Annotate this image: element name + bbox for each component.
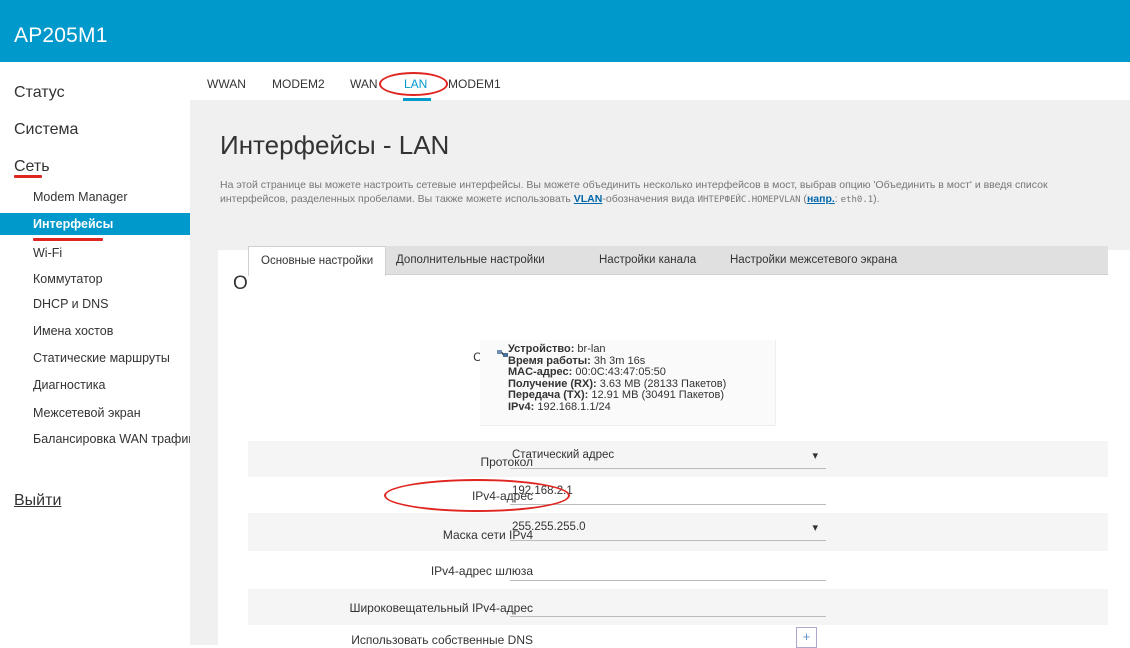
app-title[interactable]: AP205M1 xyxy=(14,24,108,48)
sidebar: Статус Система Сеть Modem Manager Интерф… xyxy=(0,62,194,645)
protocol-select[interactable]: Статический адрес xyxy=(510,447,826,469)
description-text-5: ). xyxy=(873,193,880,205)
ipv4-address-input[interactable]: 192.168.2.1 xyxy=(510,483,826,505)
highlight-underline-interfaces xyxy=(33,238,103,241)
sidebar-item-wifi[interactable]: Wi-Fi xyxy=(0,242,190,264)
description-text-2: -обозначения вида xyxy=(602,193,698,205)
tab-wan[interactable]: WAN xyxy=(350,77,378,91)
broadcast-input[interactable] xyxy=(510,595,826,617)
sidebar-item-switch[interactable]: Коммутатор xyxy=(0,268,190,290)
sidebar-item-system[interactable]: Система xyxy=(14,121,78,139)
section-subtabs: Основные настройки Дополнительные настро… xyxy=(248,246,1108,276)
description-code: ИНТЕРФЕЙС.НОМЕРVLAN xyxy=(697,195,801,205)
subtab-basic[interactable]: Основные настройки xyxy=(248,246,387,276)
description-example-code: eth0.1 xyxy=(840,195,874,205)
logout-link[interactable]: Выйти xyxy=(14,492,61,510)
section-title: Общие настройки xyxy=(233,273,391,294)
sidebar-item-modem-manager[interactable]: Modem Manager xyxy=(0,186,190,208)
gateway-input[interactable] xyxy=(510,559,826,581)
subtab-firewall[interactable]: Настройки межсетевого экрана xyxy=(718,246,909,275)
page-description: На этой странице вы можете настроить сет… xyxy=(220,178,1110,207)
vlan-link[interactable]: VLAN xyxy=(574,193,603,205)
sidebar-item-firewall[interactable]: Межсетевой экран xyxy=(0,402,190,424)
sidebar-item-diagnostics[interactable]: Диагностика xyxy=(0,374,190,396)
sidebar-item-interfaces[interactable]: Интерфейсы xyxy=(0,213,190,235)
main-content: WWAN MODEM2 WAN LAN MODEM1 Интерфейсы - … xyxy=(190,62,1130,645)
example-link[interactable]: напр. xyxy=(807,193,835,205)
page-title: Интерфейсы - LAN xyxy=(220,130,450,160)
sidebar-item-status[interactable]: Статус xyxy=(14,84,65,102)
subtab-advanced[interactable]: Дополнительные настройки xyxy=(384,246,557,275)
highlight-underline-network xyxy=(14,175,42,178)
highlight-oval-lan xyxy=(379,72,448,96)
netmask-select[interactable]: 255.255.255.0 xyxy=(510,519,826,541)
sidebar-item-hostnames[interactable]: Имена хостов xyxy=(0,320,190,342)
app-header: AP205M1 xyxy=(0,0,1130,62)
sidebar-item-network[interactable]: Сеть xyxy=(14,158,50,176)
sidebar-item-dhcp-dns[interactable]: DHCP и DNS xyxy=(0,293,190,315)
tab-wwan[interactable]: WWAN xyxy=(207,77,246,91)
sidebar-item-static-routes[interactable]: Статические маршруты xyxy=(0,347,190,369)
active-tab-indicator xyxy=(403,98,431,101)
tab-modem2[interactable]: MODEM2 xyxy=(272,77,325,91)
sidebar-item-wan-balancing[interactable]: Балансировка WAN трафик xyxy=(0,428,194,450)
subtab-channel[interactable]: Настройки канала xyxy=(587,246,708,275)
tab-modem1[interactable]: MODEM1 xyxy=(448,77,501,91)
interface-tabs: WWAN MODEM2 WAN LAN MODEM1 xyxy=(190,62,1130,101)
